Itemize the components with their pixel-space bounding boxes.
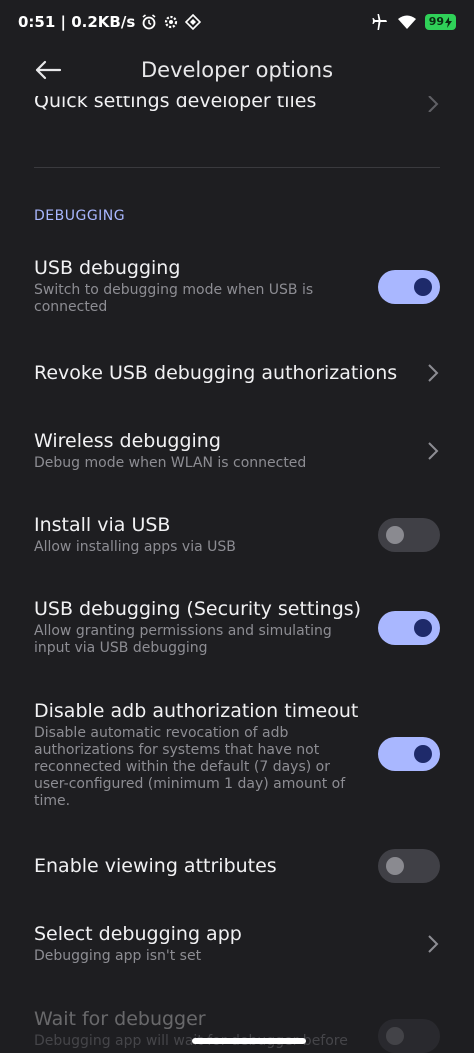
settings-item-usb-debugging[interactable]: USB debugging Switch to debugging mode w… [34,256,440,320]
settings-item-subtitle: Switch to debugging mode when USB is con… [34,282,314,315]
chevron-right-icon [428,442,439,460]
settings-item-subtitle: Debug mode when WLAN is connected [34,455,307,471]
settings-item-title: USB debugging (Security settings) [34,598,362,620]
wait-for-debugger-toggle [378,1019,440,1053]
settings-item-enable-viewing-attributes[interactable]: Enable viewing attributes [34,849,440,887]
settings-item-title: Select debugging app [34,923,242,945]
settings-item-install-via-usb[interactable]: Install via USB Allow installing apps vi… [34,513,440,559]
settings-item-quick-tiles[interactable]: Quick settings developer tiles [34,90,440,112]
settings-item-title: Disable adb authorization timeout [34,700,359,722]
toggle-knob [414,619,432,637]
settings-item-revoke-authorizations[interactable]: Revoke USB debugging authorizations [34,361,440,389]
settings-item-wireless-debugging[interactable]: Wireless debugging Debug mode when WLAN … [34,429,440,475]
settings-item-title: Revoke USB debugging authorizations [34,362,398,384]
settings-item-select-debugging-app[interactable]: Select debugging app Debugging app isn't… [34,922,440,968]
toggle-knob [414,745,432,763]
chevron-right-icon [428,96,439,112]
settings-item-subtitle: Debugging app isn't set [34,948,202,964]
section-header-debugging: DEBUGGING [34,208,126,224]
toggle-knob [386,857,404,875]
chevron-right-icon [428,364,439,382]
settings-item-usb-debugging-security[interactable]: USB debugging (Security settings) Allow … [34,597,440,661]
chevron-right-icon [428,935,439,953]
usb-debugging-security-toggle[interactable] [378,611,440,645]
toggle-knob [386,526,404,544]
settings-item-title: USB debugging [34,257,181,279]
toggle-knob [386,1027,404,1045]
settings-item-subtitle: Allow granting permissions and simulatin… [34,623,332,656]
enable-viewing-attributes-toggle[interactable] [378,849,440,883]
settings-list: Quick settings developer tiles DEBUGGING… [0,0,474,1053]
settings-item-title: Quick settings developer tiles [34,90,317,112]
gesture-nav-bar[interactable] [192,1038,306,1044]
section-divider [34,167,440,168]
settings-item-title: Wireless debugging [34,430,221,452]
settings-item-disable-adb-timeout[interactable]: Disable adb authorization timeout Disabl… [34,699,440,811]
install-via-usb-toggle[interactable] [378,518,440,552]
toggle-knob [414,278,432,296]
usb-debugging-toggle[interactable] [378,270,440,304]
disable-adb-timeout-toggle[interactable] [378,737,440,771]
settings-item-wait-for-debugger: Wait for debugger Debugging app will wai… [34,1007,440,1053]
settings-item-subtitle: Disable automatic revocation of adb auth… [34,725,346,809]
